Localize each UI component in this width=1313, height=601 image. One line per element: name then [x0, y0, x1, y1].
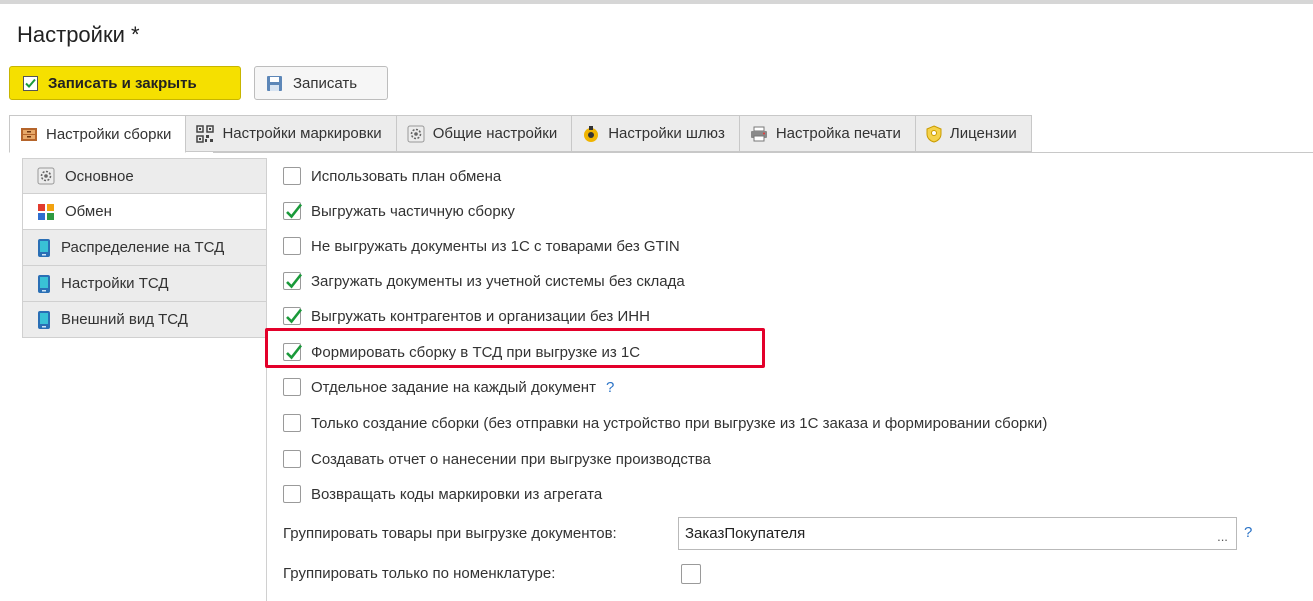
checkbox[interactable]	[283, 272, 303, 290]
sidebar-item-label: Распределение на ТСД	[61, 239, 225, 256]
exchange-icon	[37, 203, 55, 221]
checkbox[interactable]	[283, 167, 301, 185]
sidebar-item-tsd-settings[interactable]: Настройки ТСД	[22, 266, 267, 302]
check-icon	[286, 203, 303, 219]
gear-icon	[407, 125, 425, 143]
checkbox[interactable]	[283, 237, 301, 255]
option-label: Использовать план обмена	[311, 167, 502, 185]
sidebar-item-label: Основное	[65, 167, 134, 185]
option-label: Создавать отчет о нанесении при выгрузке…	[311, 450, 711, 468]
sidebar-item-exchange[interactable]: Обмен	[22, 194, 267, 230]
tab-label: Общие настройки	[432, 125, 558, 142]
sidebar: Основное Обмен Распределение на ТСД Наст…	[22, 158, 267, 338]
gateway-icon	[582, 125, 600, 143]
checkbox[interactable]	[283, 414, 301, 432]
device-icon	[37, 310, 51, 330]
device-icon	[37, 238, 51, 258]
tab-label: Настройки шлюз	[608, 125, 725, 142]
help-icon[interactable]: ?	[1244, 524, 1252, 541]
help-icon[interactable]: ?	[606, 379, 614, 396]
tab-print-settings[interactable]: Настройка печати	[739, 115, 916, 152]
group-by-select-button[interactable]: ...	[1209, 517, 1237, 550]
highlight-box	[265, 328, 765, 368]
group-nomenclature-checkbox[interactable]	[681, 564, 701, 584]
checkbox[interactable]	[283, 307, 303, 325]
option-load-without-warehouse[interactable]: Загружать документы из учетной системы б…	[283, 270, 685, 292]
group-nomenclature-label: Группировать только по номенклатуре:	[283, 565, 556, 582]
tab-label: Настройки маркировки	[222, 125, 382, 142]
save-button[interactable]: Записать	[254, 66, 388, 100]
device-icon	[37, 274, 51, 294]
checkbox-save-icon	[23, 75, 38, 91]
option-label: Возвращать коды маркировки из агрегата	[311, 485, 603, 503]
printer-icon	[750, 126, 768, 142]
qr-code-icon	[196, 124, 215, 143]
save-and-close-button[interactable]: Записать и закрыть	[9, 66, 241, 100]
save-and-close-label: Записать и закрыть	[48, 74, 197, 92]
check-icon	[286, 273, 303, 289]
option-return-codes-from-aggregate[interactable]: Возвращать коды маркировки из агрегата	[283, 483, 602, 505]
option-no-gtin[interactable]: Не выгружать документы из 1С с товарами …	[283, 235, 680, 257]
option-label: Выгружать частичную сборку	[311, 202, 515, 220]
cabinet-icon	[20, 126, 38, 142]
sidebar-item-label: Обмен	[65, 203, 112, 220]
option-label: Не выгружать документы из 1С с товарами …	[311, 237, 680, 255]
tab-gateway-settings[interactable]: Настройки шлюз	[572, 115, 740, 152]
tab-bar: Настройки сборки Настройки маркировки Об…	[9, 115, 1032, 153]
tab-label: Настройка печати	[775, 125, 901, 142]
option-contractors-without-inn[interactable]: Выгружать контрагентов и организации без…	[283, 305, 650, 327]
tab-general-settings[interactable]: Общие настройки	[396, 115, 573, 152]
sidebar-divider	[266, 158, 267, 601]
option-use-exchange-plan[interactable]: Использовать план обмена	[283, 165, 501, 187]
tab-licenses[interactable]: Лицензии	[915, 115, 1032, 152]
tab-marking-settings[interactable]: Настройки маркировки	[186, 115, 397, 152]
option-label: Загружать документы из учетной системы б…	[311, 272, 685, 290]
tab-assembly-settings[interactable]: Настройки сборки	[9, 115, 187, 153]
gear-icon	[37, 167, 55, 185]
sidebar-item-distribution[interactable]: Распределение на ТСД	[22, 230, 267, 266]
page-title: Настройки *	[17, 22, 140, 47]
tab-bar-baseline	[213, 152, 1313, 153]
tab-label: Настройки сборки	[46, 125, 172, 143]
tab-label: Лицензии	[949, 125, 1017, 142]
option-separate-task[interactable]: Отдельное задание на каждый документ ?	[283, 376, 614, 398]
save-label: Записать	[293, 74, 358, 92]
sidebar-item-label: Внешний вид ТСД	[61, 311, 188, 328]
option-application-report[interactable]: Создавать отчет о нанесении при выгрузке…	[283, 448, 711, 470]
checkbox[interactable]	[283, 450, 301, 468]
sidebar-item-label: Настройки ТСД	[61, 275, 169, 292]
window-top-border	[0, 0, 1313, 4]
group-by-label: Группировать товары при выгрузке докумен…	[283, 525, 617, 542]
checkbox[interactable]	[283, 202, 303, 220]
option-label: Выгружать контрагентов и организации без…	[311, 307, 650, 325]
license-icon	[926, 124, 942, 143]
option-partial-assembly[interactable]: Выгружать частичную сборку	[283, 200, 515, 222]
option-label: Только создание сборки (без отправки на …	[311, 414, 1048, 432]
sidebar-item-tsd-appearance[interactable]: Внешний вид ТСД	[22, 302, 267, 338]
option-label: Отдельное задание на каждый документ	[311, 378, 596, 396]
option-create-assembly-only[interactable]: Только создание сборки (без отправки на …	[283, 412, 1047, 434]
checkbox[interactable]	[283, 485, 301, 503]
floppy-disk-icon	[266, 75, 283, 92]
check-icon	[286, 308, 303, 324]
group-by-input[interactable]: ЗаказПокупателя	[678, 517, 1210, 550]
sidebar-item-main[interactable]: Основное	[22, 158, 267, 194]
checkbox[interactable]	[283, 378, 301, 396]
